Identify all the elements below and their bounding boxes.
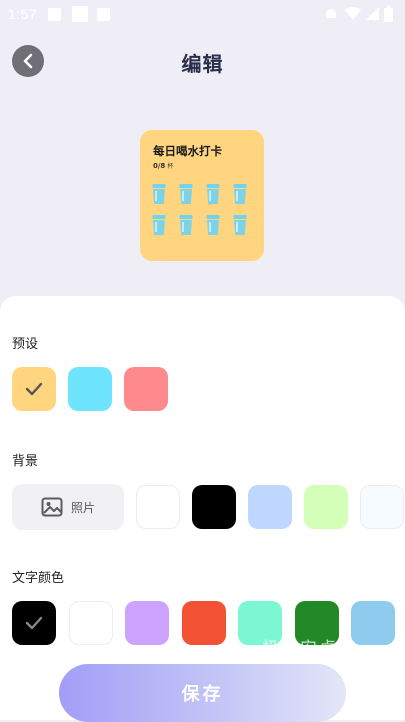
gallery-notification-icon xyxy=(48,8,61,21)
wifi-icon xyxy=(345,6,361,25)
android-icon xyxy=(324,7,338,25)
widget-preview: 每日喝水打卡 0/8 杯 xyxy=(140,130,264,261)
app-notification-icon xyxy=(72,6,88,22)
widget-count-unit: 杯 xyxy=(167,163,174,170)
photo-label: 照片 xyxy=(70,500,95,515)
water-cup-icon xyxy=(233,184,247,205)
preset-color-swatch[interactable] xyxy=(124,367,168,411)
water-cup-icon xyxy=(152,184,166,205)
background-label: 背景 xyxy=(12,454,39,469)
background-color-swatch[interactable] xyxy=(136,485,180,529)
water-cup-icon xyxy=(152,215,166,236)
widget-count: 0/8 杯 xyxy=(153,161,173,170)
background-color-swatch[interactable] xyxy=(248,485,292,529)
preset-color-swatch[interactable] xyxy=(68,367,112,411)
save-label: 保存 xyxy=(181,684,224,705)
photo-button[interactable]: 照片 xyxy=(12,484,124,530)
download-notification-icon xyxy=(97,8,110,21)
water-cup-icon xyxy=(233,215,247,236)
widget-title: 每日喝水打卡 xyxy=(153,144,222,158)
preset-color-swatch[interactable] xyxy=(12,367,56,411)
text-color-swatch[interactable] xyxy=(12,601,56,645)
check-icon xyxy=(12,601,56,645)
widget-count-value: 0/8 xyxy=(153,162,166,170)
background-color-swatch[interactable] xyxy=(192,485,236,529)
presets-label: 预设 xyxy=(12,337,39,352)
battery-icon xyxy=(384,6,393,26)
water-cup-icon xyxy=(179,215,193,236)
status-bar: 1:57 xyxy=(0,0,405,30)
save-button[interactable]: 保存 xyxy=(59,664,346,722)
check-icon xyxy=(12,367,56,411)
page-title: 编辑 xyxy=(181,52,224,76)
text-color-swatch[interactable] xyxy=(68,601,113,645)
text-color-swatch[interactable] xyxy=(351,601,395,645)
status-time: 1:57 xyxy=(8,6,38,22)
signal-icon xyxy=(366,7,380,25)
text-color-swatch[interactable] xyxy=(181,601,226,645)
background-color-swatch[interactable] xyxy=(304,485,348,529)
image-icon xyxy=(41,497,63,517)
water-cup-icon xyxy=(206,215,220,236)
text-color-label: 文字颜色 xyxy=(12,571,65,586)
text-color-swatch[interactable] xyxy=(125,601,169,645)
background-color-swatch[interactable] xyxy=(360,485,404,529)
watermark-text: 极光安卓网 xyxy=(262,639,357,659)
water-cup-icon xyxy=(179,184,193,205)
water-cup-icon xyxy=(206,184,220,205)
